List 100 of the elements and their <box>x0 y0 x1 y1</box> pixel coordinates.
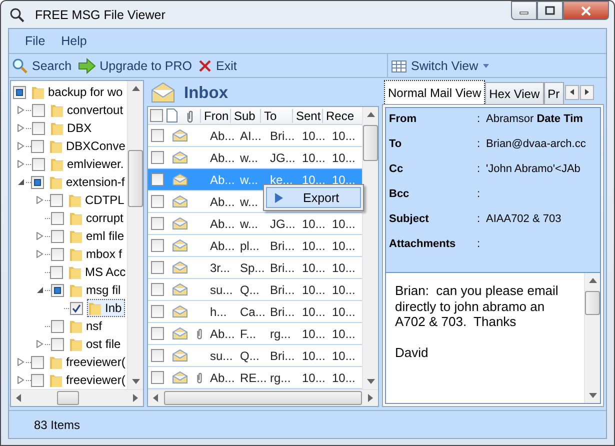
tab[interactable]: Normal Mail View <box>384 80 486 104</box>
message-row[interactable]: Ab... AI... Bri... 10... 10... <box>148 125 362 147</box>
checkbox[interactable] <box>51 338 64 350</box>
checkbox[interactable] <box>151 239 164 252</box>
expand-icon[interactable] <box>36 340 44 348</box>
message-row[interactable]: Ab... w... JG... 10... 10... <box>148 213 362 235</box>
checkbox[interactable] <box>50 194 63 206</box>
checkbox[interactable] <box>31 356 44 368</box>
expand-icon[interactable] <box>36 196 44 204</box>
up-arrow-icon[interactable] <box>132 86 140 91</box>
expand-icon[interactable] <box>17 142 25 150</box>
folder-label[interactable]: nsf <box>86 319 102 333</box>
scroll-thumb[interactable] <box>585 291 600 315</box>
checkbox[interactable] <box>151 217 164 230</box>
menu-item[interactable]: File <box>17 32 54 50</box>
scroll-thumb[interactable] <box>128 150 143 207</box>
maximize-button[interactable] <box>537 1 563 20</box>
checkbox[interactable] <box>51 284 64 296</box>
column-header[interactable]: Sub <box>230 108 260 122</box>
folder-label[interactable]: CDTPL <box>85 193 124 207</box>
message-row[interactable]: Ab... F... rg... 10... 10... <box>148 323 362 345</box>
checkbox[interactable] <box>70 302 83 314</box>
expand-icon[interactable] <box>17 376 25 384</box>
checkbox[interactable] <box>151 173 164 186</box>
folder-label[interactable]: corrupt <box>86 211 124 225</box>
checkbox[interactable] <box>50 266 63 278</box>
message-row[interactable]: Ab... pl... Bri... 10... 10... <box>148 235 362 257</box>
column-header[interactable]: Rece <box>322 108 355 122</box>
checkbox[interactable] <box>151 305 164 318</box>
checkbox[interactable] <box>50 230 64 242</box>
scroll-thumb[interactable] <box>164 391 362 405</box>
folder-label[interactable]: extension-f <box>66 175 125 189</box>
down-arrow-icon[interactable] <box>366 379 374 384</box>
checkbox[interactable] <box>151 261 164 274</box>
tab[interactable]: Hex View <box>485 82 544 104</box>
checkbox[interactable] <box>151 327 164 340</box>
folder-label[interactable]: DBX <box>67 121 92 135</box>
toolbar-button[interactable]: Upgrade to PRO <box>74 58 196 74</box>
checkbox[interactable] <box>32 158 45 170</box>
folder-label[interactable]: freeviewer( <box>66 373 126 387</box>
folder-label[interactable]: convertout <box>67 103 124 117</box>
down-arrow-icon[interactable] <box>588 393 596 398</box>
vertical-scrollbar[interactable] <box>127 81 143 389</box>
folder-label[interactable]: MS Acc <box>85 265 126 279</box>
horizontal-scrollbar[interactable] <box>11 389 143 406</box>
folder-label[interactable]: emlviewer. <box>67 157 124 171</box>
checkbox[interactable] <box>31 176 44 188</box>
checkbox[interactable] <box>151 349 164 362</box>
message-row[interactable]: su... Q... Bri... 10... 10... <box>148 345 362 367</box>
expand-icon[interactable] <box>17 160 25 168</box>
right-arrow-icon[interactable] <box>133 394 138 402</box>
checkbox[interactable] <box>31 140 44 152</box>
scroll-thumb[interactable] <box>57 391 79 405</box>
folder-label[interactable]: ost file <box>86 337 121 351</box>
message-row[interactable]: h... Ca... Bri... 10... 10... <box>148 301 362 323</box>
expand-icon[interactable] <box>36 250 44 258</box>
checkbox[interactable] <box>51 212 64 224</box>
checkbox[interactable] <box>150 109 163 122</box>
message-row[interactable]: 3r... Sp... Bri... 10... 10... <box>148 257 362 279</box>
menu-item[interactable]: Help <box>53 32 95 50</box>
expand-icon[interactable] <box>17 358 25 366</box>
folder-label[interactable]: msg fil <box>86 283 121 297</box>
column-header[interactable]: To <box>260 108 292 122</box>
checkbox[interactable] <box>151 151 164 164</box>
folder-label[interactable]: mbox f <box>86 247 122 261</box>
menu-item[interactable]: Export <box>266 187 361 208</box>
collapse-icon[interactable] <box>17 178 25 186</box>
folder-label[interactable]: backup for wo <box>48 85 123 99</box>
expand-icon[interactable] <box>36 232 44 240</box>
up-arrow-icon[interactable] <box>366 112 374 117</box>
expand-icon[interactable] <box>17 106 25 114</box>
column-header[interactable]: Sent <box>292 108 322 122</box>
close-button[interactable] <box>563 1 609 20</box>
left-arrow-icon[interactable] <box>16 394 21 402</box>
checkbox[interactable] <box>51 248 64 260</box>
toolbar-button[interactable]: Search <box>9 58 75 74</box>
scroll-thumb[interactable] <box>363 125 378 161</box>
checkbox[interactable] <box>51 320 64 332</box>
message-row[interactable]: su... Q... Bri... 10... 10... <box>148 279 362 301</box>
minimize-button[interactable] <box>511 1 537 20</box>
checkbox[interactable] <box>151 129 164 142</box>
tab[interactable]: Pr <box>544 82 564 104</box>
column-header[interactable]: Fron <box>200 108 230 122</box>
checkbox[interactable] <box>32 122 45 134</box>
down-arrow-icon[interactable] <box>132 379 140 384</box>
checkbox[interactable] <box>151 371 164 384</box>
folder-label[interactable]: eml file <box>86 229 124 243</box>
checkbox[interactable] <box>32 104 45 116</box>
checkbox[interactable] <box>151 195 164 208</box>
vertical-scrollbar[interactable] <box>362 107 378 389</box>
folder-label[interactable]: freeviewer( <box>66 355 126 369</box>
expand-icon[interactable] <box>17 124 25 132</box>
checkbox[interactable] <box>31 374 44 386</box>
switch-view-button[interactable]: Switch View <box>388 58 494 72</box>
folder-label[interactable]: DBXConve <box>66 139 126 153</box>
checkbox[interactable] <box>13 86 26 98</box>
collapse-icon[interactable] <box>36 286 44 294</box>
checkbox[interactable] <box>151 283 164 296</box>
horizontal-scrollbar[interactable] <box>148 389 378 406</box>
right-arrow-icon[interactable] <box>368 394 373 402</box>
